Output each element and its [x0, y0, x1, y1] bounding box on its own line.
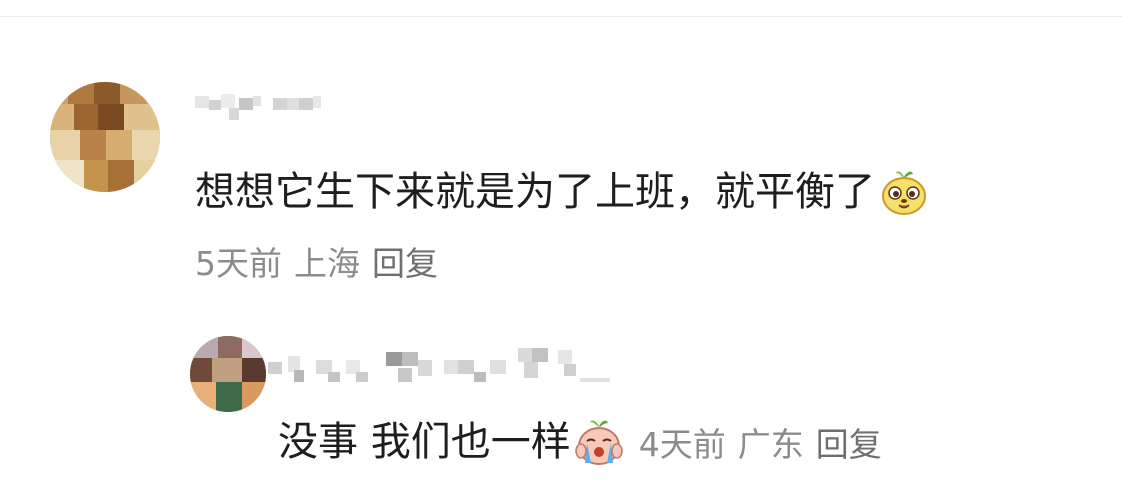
reply-button[interactable]: 回复	[372, 244, 438, 283]
reply-username-blurred[interactable]	[268, 348, 613, 388]
top-divider	[0, 16, 1122, 17]
avatar[interactable]	[50, 82, 160, 192]
comment-meta: 5天前 上海 回复	[195, 240, 450, 288]
reply-location: 广东	[737, 425, 804, 464]
reply-row: 没事 我们也一样 4天前 广东 回复	[278, 414, 894, 470]
comment-text-row: 想想它生下来就是为了上班，就平衡了	[195, 164, 929, 220]
comment-time: 5天前	[195, 244, 282, 283]
reply-avatar[interactable]	[190, 336, 266, 412]
crying-sprout-face-icon	[574, 420, 623, 465]
reply-meta: 4天前 广东 回复	[639, 418, 894, 466]
comment-location: 上海	[294, 244, 360, 283]
username-blurred[interactable]	[195, 92, 325, 124]
reply-text: 没事 我们也一样	[278, 419, 571, 465]
reply-time: 4天前	[638, 425, 726, 464]
sprout-potato-face-icon	[882, 171, 926, 215]
reply-reply-button[interactable]: 回复	[816, 425, 882, 464]
comment-text: 想想它生下来就是为了上班，就平衡了	[195, 169, 875, 215]
